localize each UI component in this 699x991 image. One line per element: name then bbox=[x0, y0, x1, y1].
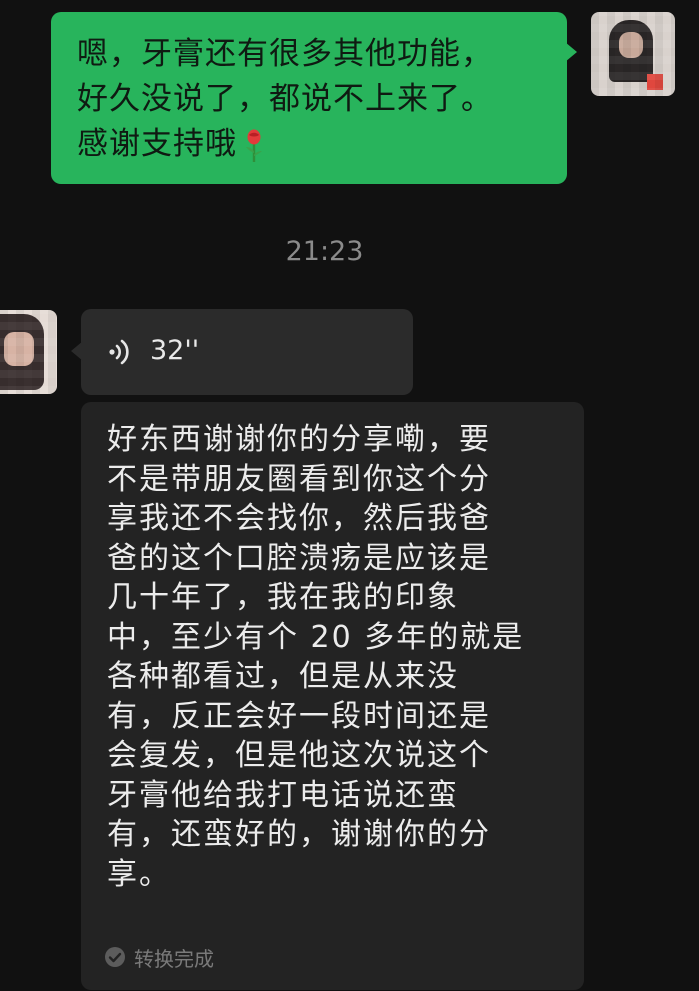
message-line: 好久没说了，都说不上来了。 bbox=[77, 81, 493, 117]
transcript-line: 享我还不会找你，然后我爸 bbox=[107, 501, 491, 536]
transcription-status: 转换完成 bbox=[104, 943, 214, 971]
transcript-line: 有，反正会好一段时间还是 bbox=[107, 698, 491, 734]
chat-window: 嗯，牙膏还有很多其他功能， 好久没说了，都说不上来了。 感谢支持哦 21:23 … bbox=[0, 0, 699, 991]
message-line: 感谢支持哦 bbox=[77, 122, 543, 167]
transcript-text: 好东西谢谢你的分享嘞，要 不是带朋友圈看到你这个分 享我还不会找你，然后我爸 爸… bbox=[107, 420, 584, 894]
transcript-line: 不是带朋友圈看到你这个分 bbox=[107, 461, 491, 497]
transcript-line: 会复发，但是他这次说这个 bbox=[107, 738, 491, 773]
status-label: 转换完成 bbox=[134, 946, 214, 971]
transcript-line: 各种都看过，但是从来没 bbox=[107, 659, 459, 694]
transcript-line: 享。 bbox=[107, 856, 171, 892]
message-timestamp: 21:23 bbox=[285, 236, 364, 267]
rose-icon bbox=[246, 129, 262, 162]
contact-avatar[interactable] bbox=[0, 310, 57, 394]
outgoing-message-bubble[interactable]: 嗯，牙膏还有很多其他功能， 好久没说了，都说不上来了。 感谢支持哦 bbox=[51, 12, 577, 184]
transcript-line: 中，至少有个 20 多年的就是 bbox=[107, 619, 525, 655]
self-avatar[interactable] bbox=[591, 12, 675, 96]
voice-duration: 32'' bbox=[150, 335, 200, 366]
transcript-line: 牙膏他给我打电话说还蛮 bbox=[107, 777, 459, 813]
transcript-line: 爸的这个口腔溃疡是应该是 bbox=[107, 540, 491, 576]
voice-wave-icon bbox=[109, 339, 129, 365]
voice-transcript-bubble[interactable]: 好东西谢谢你的分享嘞，要 不是带朋友圈看到你这个分 享我还不会找你，然后我爸 爸… bbox=[81, 402, 584, 990]
check-circle-icon bbox=[105, 947, 125, 967]
message-line: 嗯，牙膏还有很多其他功能， bbox=[77, 36, 493, 72]
transcript-line: 好东西谢谢你的分享嘞，要 bbox=[107, 422, 491, 457]
transcript-line: 几十年了，我在我的印象 bbox=[107, 580, 459, 615]
transcript-line: 有，还蛮好的，谢谢你的分 bbox=[107, 817, 491, 852]
